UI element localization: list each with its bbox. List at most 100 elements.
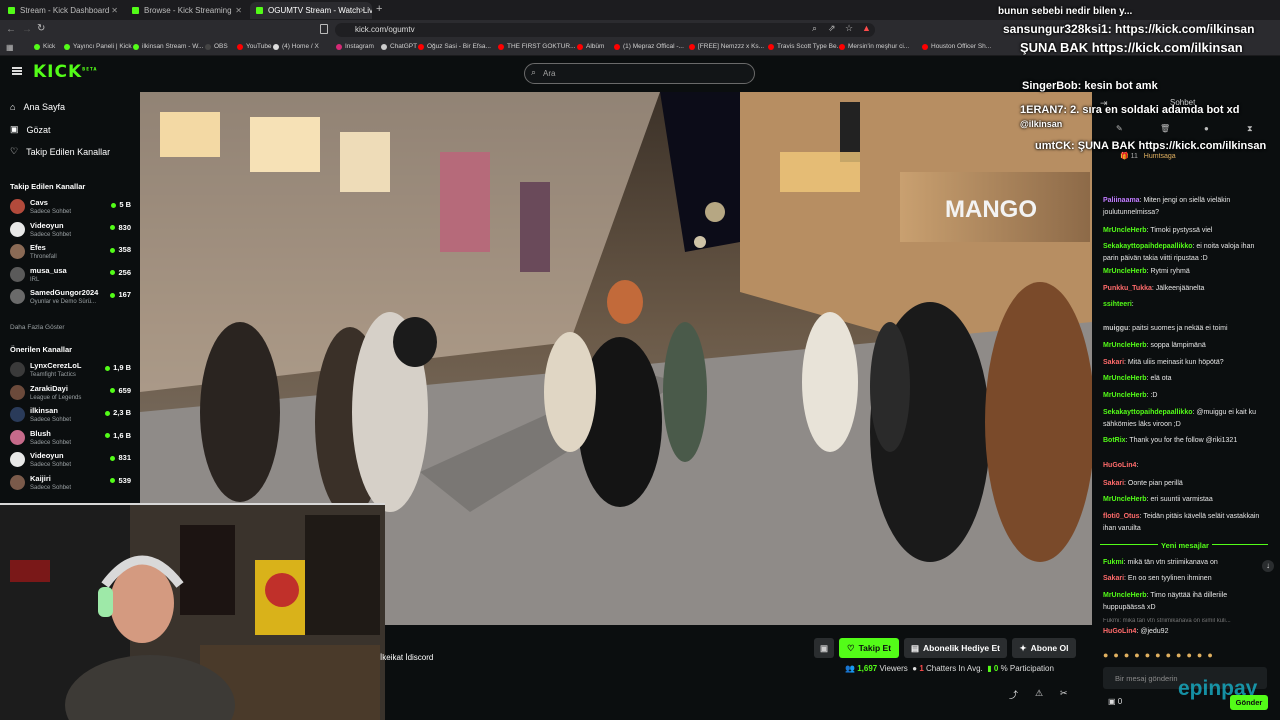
chat-username[interactable]: Sekakayttopaihdepaallikko — [1103, 243, 1192, 250]
bookmark-item[interactable]: (4) Home / X — [273, 43, 319, 50]
chat-username[interactable]: Fukmi — [1103, 559, 1124, 566]
channel-name: Cavs — [30, 198, 48, 207]
share-icon[interactable]: ⇗ — [828, 23, 836, 34]
sidebar-channel[interactable]: Kaijiri Sadece Sohbet 539 — [10, 473, 135, 497]
emote-bar[interactable]: ●●●●●●●●●●● — [1103, 650, 1271, 662]
chat-username[interactable]: MrUncleHerb — [1103, 496, 1147, 503]
menu-icon[interactable] — [12, 67, 22, 75]
subscribe-button[interactable]: ✦ Abone Ol — [1012, 638, 1076, 658]
gift-icon: ▤ — [910, 642, 920, 653]
new-tab-button[interactable]: + — [376, 3, 382, 15]
chat-username[interactable]: floti0_Otus — [1103, 513, 1140, 520]
close-tab-icon[interactable]: ✕ — [235, 6, 242, 15]
extension-icon[interactable]: ▲ — [862, 23, 871, 33]
forward-icon[interactable]: → — [22, 24, 32, 35]
chat-text: Oonte pian perillä — [1127, 480, 1183, 487]
share-icon[interactable]: ⤴ — [1009, 688, 1018, 701]
apps-grid-icon[interactable]: ▦ — [6, 43, 14, 52]
kick-logo[interactable]: KICKBETA — [33, 62, 97, 82]
chat-bubble-icon[interactable]: ● — [1204, 124, 1209, 133]
bookmark-item[interactable]: ChatGPT — [381, 43, 417, 50]
options-button[interactable]: ▣ — [814, 638, 834, 658]
nav-browse[interactable]: ▣ Gözat — [10, 124, 51, 135]
sidebar-channel[interactable]: Efes Thronefall 358 — [10, 242, 135, 266]
close-tab-icon[interactable]: ✕ — [359, 6, 366, 15]
bookmark-label: ChatGPT — [390, 43, 418, 50]
chat-username[interactable]: MrUncleHerb — [1103, 268, 1147, 275]
bookmark-item[interactable]: Yayıncı Paneli | Kick — [64, 43, 132, 50]
sidebar-channel[interactable]: Cavs Sadece Sohbet 5 B — [10, 197, 135, 221]
back-icon[interactable]: ← — [6, 24, 16, 35]
bookmark-item[interactable]: THE FIRST GOKTUR... — [498, 43, 576, 50]
trash-icon[interactable]: 🗑 — [1160, 124, 1170, 133]
chat-username[interactable]: MrUncleHerb — [1103, 342, 1147, 349]
bookmark-item[interactable]: [FREE] Nemzzz x Ks... — [689, 43, 764, 50]
pinned-gift-banner: 🎁 11 Humtsaga — [1120, 152, 1270, 170]
sidebar-channel[interactable]: Videoyun Sadece Sohbet 831 — [10, 450, 135, 474]
viewers-icon: 👥 — [845, 664, 855, 673]
bookmark-star-icon[interactable]: ☆ — [845, 23, 853, 34]
channel-category: League of Legends — [30, 394, 82, 401]
chat-username[interactable]: Sekakayttopaihdepaallikko — [1103, 409, 1192, 416]
chat-username[interactable]: Sakari — [1103, 480, 1124, 487]
report-icon[interactable]: ⚠ — [1035, 688, 1043, 699]
bookmark-item[interactable]: Travis Scott Type Be... — [768, 43, 842, 50]
bookmark-item[interactable]: Houston Officer Sh... — [922, 43, 991, 50]
chat-username[interactable]: muiggu — [1103, 325, 1128, 332]
url-field[interactable]: kick.com/ogumtv — [335, 23, 875, 37]
gift-sub-button[interactable]: ▤ Abonelik Hediye Et — [904, 638, 1007, 658]
send-button[interactable]: Gönder — [1230, 695, 1268, 710]
scroll-down-icon[interactable]: ↓ — [1262, 560, 1274, 572]
chat-username[interactable]: Paliinaama — [1103, 197, 1140, 204]
channel-category: Teamfight Tactics — [30, 372, 76, 378]
sidebar-channel[interactable]: ilkinsan Sadece Sohbet 2,3 B — [10, 405, 135, 429]
nav-following[interactable]: ♡ Takip Edilen Kanallar — [10, 146, 110, 157]
chat-message: BotRix: Thank you for the follow @riki13… — [1103, 437, 1238, 444]
bookmark-item[interactable]: Kick — [34, 43, 55, 50]
tab-browse-kick[interactable]: Browse - Kick Streaming ✕ — [126, 2, 248, 19]
zoom-icon[interactable]: ⌕ — [812, 23, 817, 34]
sidebar-channel[interactable]: musa_usa IRL 256 — [10, 265, 135, 289]
chat-username[interactable]: MrUncleHerb — [1103, 375, 1147, 382]
chat-username[interactable]: ssihteeri — [1103, 301, 1132, 308]
bookmark-item[interactable]: OBS — [205, 43, 228, 50]
chat-username[interactable]: BotRix — [1103, 437, 1126, 444]
nav-home-label: Ana Sayfa — [23, 102, 65, 112]
close-tab-icon[interactable]: ✕ — [111, 6, 118, 15]
bookmark-item[interactable]: Instagram — [336, 43, 374, 50]
clip-icon[interactable]: ✂ — [1060, 688, 1068, 699]
sidebar-channel[interactable]: Blush Sadece Sohbet 1,6 B — [10, 428, 135, 452]
chat-username[interactable]: HuGoLin4 — [1103, 462, 1136, 469]
chat-username[interactable]: MrUncleHerb — [1103, 392, 1147, 399]
heart-icon: ♡ — [846, 642, 855, 653]
chat-username[interactable]: MrUncleHerb — [1103, 592, 1147, 599]
kick-points-icon[interactable]: ▣ 0 — [1108, 697, 1122, 706]
sidebar-channel[interactable]: SamedGungor2024 Oyunlar ve Demo Sürü... 16… — [10, 287, 135, 311]
nav-home[interactable]: ⌂ Ana Sayfa — [10, 102, 65, 112]
bookmark-label: Oğuz Sasi - Bir Efsa... — [427, 43, 491, 50]
hourglass-icon[interactable]: ⧗ — [1247, 124, 1253, 134]
pin-icon[interactable]: ✎ — [1116, 124, 1123, 133]
bookmark-item[interactable]: Mersin'in meşhur ci... — [839, 43, 909, 50]
chat-message: Sakari: Oonte pian perillä — [1103, 480, 1183, 487]
tab-kick-dashboard[interactable]: Stream - Kick Dashboard ✕ — [2, 2, 124, 19]
bookmark-item[interactable]: YouTube — [237, 43, 272, 50]
chat-username[interactable]: Sakari — [1103, 359, 1124, 366]
chat-username[interactable]: MrUncleHerb — [1103, 227, 1147, 234]
reload-icon[interactable]: ↻ — [37, 23, 45, 34]
bookmark-item[interactable]: Albüm — [577, 43, 604, 50]
chat-username[interactable]: Sakari — [1103, 575, 1124, 582]
chat-username[interactable]: Punkku_Tukka — [1103, 285, 1152, 292]
bookmark-item[interactable]: ilkinsan Stream - W... — [133, 43, 203, 50]
chat-username[interactable]: HuGoLin4 — [1103, 628, 1136, 635]
chat-text: En oo sen tyylinen ihminen — [1127, 575, 1212, 582]
search-input[interactable]: Ara — [524, 63, 755, 84]
sidebar-channel[interactable]: LynxCerezLoL Teamfight Tactics 1,9 B — [10, 360, 135, 384]
follow-button[interactable]: ♡ Takip Et — [839, 638, 899, 658]
sidebar-channel[interactable]: ZarakiDayi League of Legends 659 — [10, 383, 135, 407]
sidebar-channel[interactable]: Videoyun Sadece Sohbet 830 — [10, 220, 135, 244]
show-more-link[interactable]: Daha Fazla Göster — [10, 324, 65, 331]
bookmark-item[interactable]: Oğuz Sasi - Bir Efsa... — [418, 43, 491, 50]
tab-ogumtv-stream[interactable]: OGUMTV Stream - Watch Live o✕ — [250, 2, 372, 19]
bookmark-item[interactable]: (1) Mepraz Offical -... — [614, 43, 684, 50]
